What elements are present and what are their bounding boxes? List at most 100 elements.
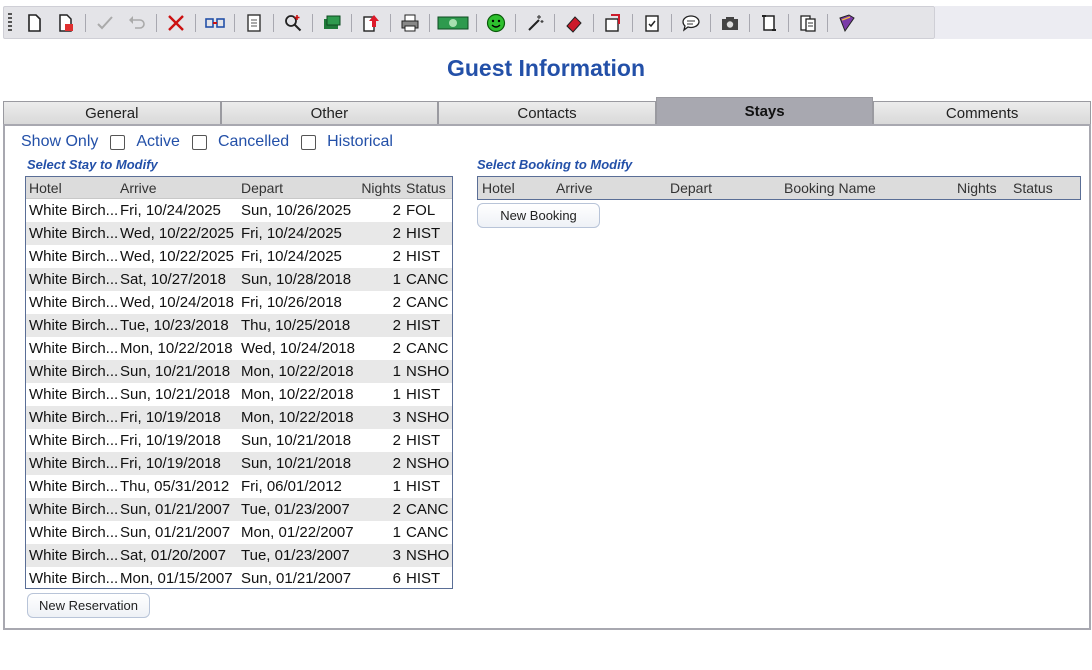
stay-hotel-cell: White Birch... [29,432,118,449]
table-row[interactable]: White Birch... Sun, 10/21/2018 Mon, 10/22/… [26,360,452,383]
active-checkbox[interactable] [110,134,126,150]
book-icon[interactable] [834,10,860,36]
table-row[interactable]: White Birch... Fri, 10/19/2018 Mon, 10/22/… [26,406,452,429]
tab-other[interactable]: Other [220,101,439,125]
stay-arrive-cell: Sun, 10/21/2018 [120,363,231,380]
stay-depart-cell: Sun, 01/21/2007 [241,570,352,587]
clipboard-icon[interactable] [795,10,821,36]
column-header-nights[interactable]: Nights [360,180,404,196]
stay-hotel-cell: White Birch... [29,340,118,357]
stays-table-body: White Birch... Fri, 10/24/2025 Sun, 10/26/… [26,199,452,588]
page-title: Guest Information [446,55,646,81]
column-header-hotel[interactable]: Hotel [26,180,118,196]
new-document-icon[interactable] [21,10,47,36]
toolbar-separator [85,13,86,32]
toolbar-separator [234,13,235,32]
table-row[interactable]: White Birch... Sun, 01/21/2007 Mon, 01/22/… [26,521,452,544]
stay-depart-cell: Mon, 01/22/2007 [241,524,354,541]
eraser-icon[interactable] [561,10,587,36]
column-header-hotel[interactable]: Hotel [478,180,556,196]
stay-hotel-cell: White Birch... [29,501,118,518]
notes-icon[interactable] [241,10,267,36]
camera-icon[interactable] [717,10,743,36]
table-row[interactable]: White Birch... Sun, 01/21/2007 Tue, 01/23/… [26,498,452,521]
column-header-nights[interactable]: Nights [957,180,1013,196]
toolbar-separator [351,13,352,32]
stay-depart-cell: Tue, 01/23/2007 [241,501,350,518]
stay-arrive-cell: Mon, 01/15/2007 [120,570,233,587]
table-row[interactable]: White Birch... Sat, 01/20/2007 Tue, 01/23/… [26,544,452,567]
column-header-booking-name[interactable]: Booking Name [784,180,957,196]
cancelled-checkbox-label[interactable]: Cancelled [218,133,289,151]
table-row[interactable]: White Birch... Fri, 10/24/2025 Sun, 10/26/… [26,199,452,222]
show-only-label: Show Only [21,133,99,150]
cancelled-checkbox[interactable] [191,134,207,150]
money-icon[interactable] [319,10,345,36]
stay-nights-cell: 2 [392,294,401,311]
column-header-status[interactable]: Status [404,180,452,196]
table-row[interactable]: White Birch... Tue, 10/23/2018 Thu, 10/25/… [26,314,452,337]
stay-depart-cell: Sun, 10/21/2018 [241,455,352,472]
toolbar-separator [312,13,313,32]
bookings-table-header: Hotel Arrive Depart Booking Name Nights … [478,177,1080,199]
check-icon[interactable] [92,10,118,36]
stay-nights-cell: 3 [392,409,401,426]
stay-depart-cell: Wed, 10/24/2018 [241,340,355,357]
tab-stays[interactable]: Stays [655,97,874,125]
merge-icon[interactable] [202,10,228,36]
stay-arrive-cell: Fri, 10/19/2018 [120,409,221,426]
stay-depart-cell: Fri, 06/01/2012 [241,478,342,495]
table-row[interactable]: White Birch... Wed, 10/22/2025 Fri, 10/24/… [26,245,452,268]
tab-bar: General Other Contacts Stays Comments [3,97,1091,125]
scroll-icon[interactable] [756,10,782,36]
toolbar-grip[interactable] [8,12,12,33]
stay-status-cell: CANC [406,501,449,518]
copy-document-icon[interactable] [53,10,79,36]
cash-icon[interactable] [436,10,470,36]
historical-checkbox[interactable] [301,134,317,150]
table-row[interactable]: White Birch... Mon, 10/22/2018 Wed, 10/24/… [26,337,452,360]
message-icon[interactable] [678,10,704,36]
stay-depart-cell: Fri, 10/24/2025 [241,225,342,242]
table-row[interactable]: White Birch... Wed, 10/22/2025 Fri, 10/24/… [26,222,452,245]
delete-icon[interactable] [163,10,189,36]
column-header-depart[interactable]: Depart [239,180,360,196]
table-row[interactable]: White Birch... Fri, 10/19/2018 Sun, 10/21/… [26,452,452,475]
new-reservation-button[interactable]: New Reservation [27,593,150,618]
toolbar-separator [156,13,157,32]
table-row[interactable]: White Birch... Thu, 05/31/2012 Fri, 06/01/… [26,475,452,498]
toolbar-separator [515,13,516,32]
active-checkbox-label[interactable]: Active [136,133,180,151]
tab-general[interactable]: General [3,101,221,125]
stay-arrive-cell: Wed, 10/22/2025 [120,248,234,265]
toolbar-separator [195,13,196,32]
column-header-status[interactable]: Status [1013,180,1073,196]
column-header-depart[interactable]: Depart [670,180,784,196]
stay-nights-cell: 2 [392,501,401,518]
stay-hotel-cell: White Birch... [29,409,118,426]
table-row[interactable]: White Birch... Sat, 10/27/2018 Sun, 10/28/… [26,268,452,291]
new-booking-button[interactable]: New Booking [477,203,600,228]
table-row[interactable]: White Birch... Fri, 10/19/2018 Sun, 10/21/… [26,429,452,452]
search-icon[interactable] [280,10,306,36]
stay-hotel-cell: White Birch... [29,317,118,334]
column-header-arrive[interactable]: Arrive [118,180,239,196]
stay-hotel-cell: White Birch... [29,524,118,541]
tab-comments[interactable]: Comments [873,101,1091,125]
print-icon[interactable] [397,10,423,36]
table-row[interactable]: White Birch... Mon, 01/15/2007 Sun, 01/21/… [26,567,452,588]
package-icon[interactable] [600,10,626,36]
tab-contacts[interactable]: Contacts [438,101,656,125]
undo-icon[interactable] [124,10,150,36]
historical-checkbox-label[interactable]: Historical [327,133,393,151]
stay-status-cell: HIST [406,570,441,587]
checklist-icon[interactable] [639,10,665,36]
stay-hotel-cell: White Birch... [29,386,118,403]
stay-depart-cell: Sun, 10/28/2018 [241,271,352,288]
column-header-arrive[interactable]: Arrive [556,180,670,196]
magic-wand-icon[interactable] [522,10,548,36]
table-row[interactable]: White Birch... Wed, 10/24/2018 Fri, 10/26/… [26,291,452,314]
export-icon[interactable] [358,10,384,36]
smiley-icon[interactable] [483,10,509,36]
table-row[interactable]: White Birch... Sun, 10/21/2018 Mon, 10/22/… [26,383,452,406]
